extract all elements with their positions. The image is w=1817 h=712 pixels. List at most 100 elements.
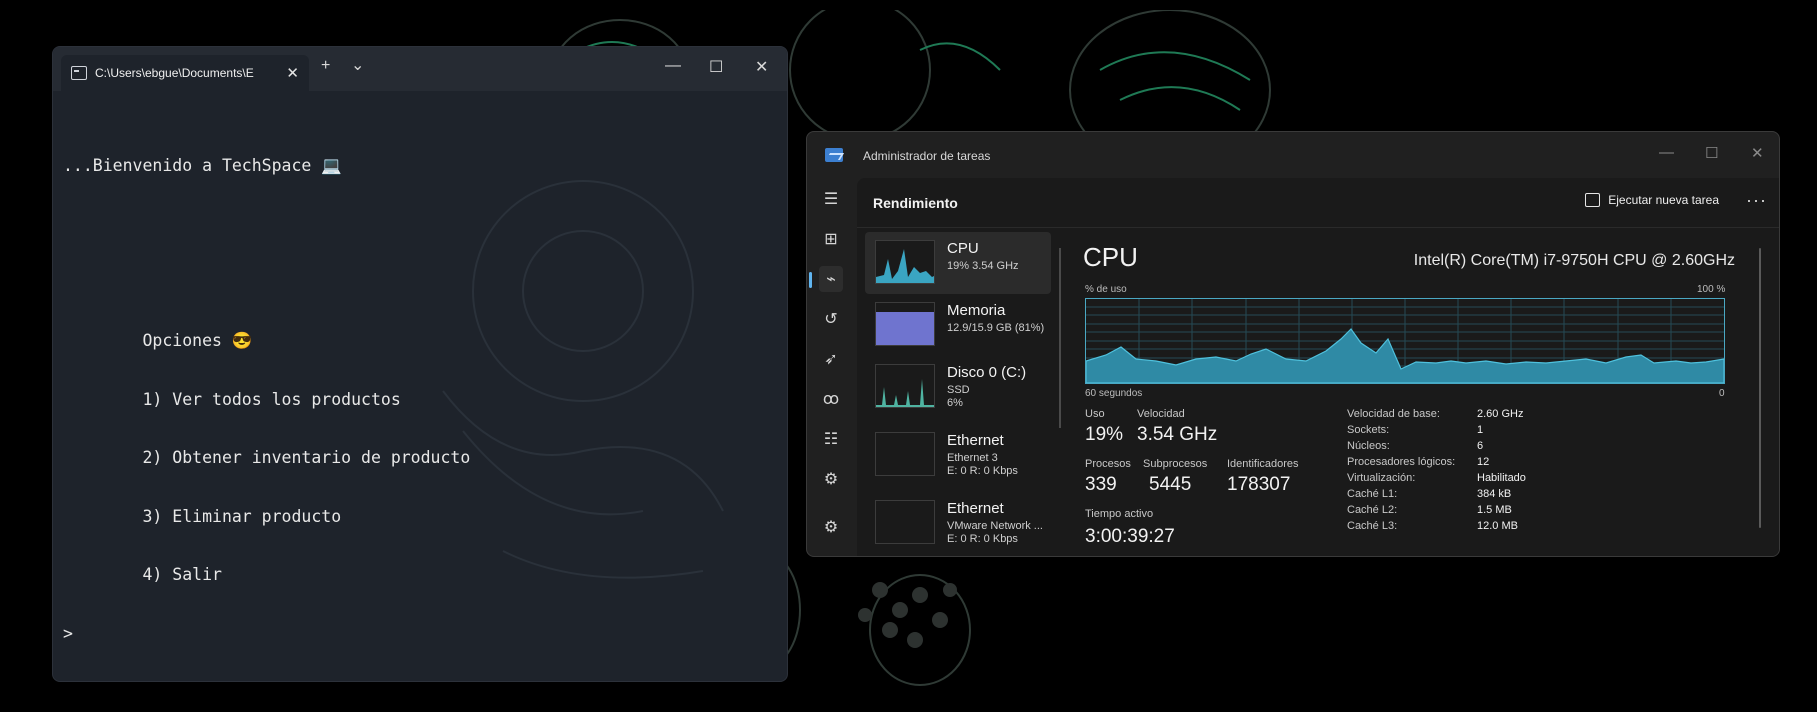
task-manager-app-icon (825, 148, 843, 162)
task-manager-title: Administrador de tareas (863, 149, 991, 163)
terminal-prompt[interactable]: > (63, 624, 777, 644)
task-manager-titlebar[interactable]: Administrador de tareas — ☐ ✕ (807, 132, 1779, 178)
memory-thumbnail-svg (876, 312, 934, 345)
terminal-background-art (442, 180, 724, 579)
ethernet-thumbnail-svg (876, 501, 935, 544)
uptime-label: Tiempo activo (1085, 508, 1154, 520)
terminal-window[interactable]: C:\Users\ebgue\Documents\E ✕ + ⌄ — ☐ ✕ .… (52, 46, 788, 682)
resource-detail: 6% (947, 397, 963, 409)
resource-detail: E: 0 R: 0 Kbps (947, 465, 1018, 477)
minimize-button[interactable]: — (1659, 144, 1674, 161)
terminal-titlebar[interactable]: C:\Users\ebgue\Documents\E ✕ + ⌄ — ☐ ✕ (53, 47, 787, 91)
ethernet-thumbnail-graph (875, 432, 935, 476)
info-value: Habilitado (1477, 472, 1526, 484)
info-label: Núcleos: (1347, 440, 1390, 452)
terminal-tab-title: C:\Users\ebgue\Documents\E (95, 66, 254, 80)
resource-item-ethernet-2[interactable]: Ethernet VMware Network ... E: 0 R: 0 Kb… (865, 492, 1051, 554)
run-new-task-button[interactable]: Ejecutar nueva tarea (1585, 193, 1719, 207)
terminal-line: ...Bienvenido a TechSpace 💻 (63, 155, 342, 175)
more-options-icon[interactable]: ··· (1746, 190, 1767, 211)
terminal-output[interactable]: ...Bienvenido a TechSpace 💻 ​ ​ Opciones… (53, 91, 787, 681)
startup-icon[interactable]: ➶ (819, 346, 843, 372)
threads-value: 5445 (1149, 474, 1192, 495)
terminal-tab[interactable]: C:\Users\ebgue\Documents\E ✕ (61, 55, 309, 91)
maximize-button[interactable]: ☐ (1705, 144, 1718, 162)
run-task-icon (1585, 193, 1601, 207)
tab-dropdown-button[interactable]: ⌄ (351, 55, 364, 75)
processes-label: Procesos (1085, 458, 1131, 470)
ethernet-thumbnail-graph (875, 500, 935, 544)
terminal-line: 1) Ver todos los productos (63, 389, 401, 409)
settings-icon[interactable]: ⚙ (819, 514, 843, 540)
info-value: 2.60 GHz (1477, 408, 1524, 420)
close-button[interactable]: ✕ (755, 57, 768, 77)
speed-value: 3.54 GHz (1137, 424, 1218, 445)
cpu-usage-svg (1085, 299, 1725, 384)
cpu-thumbnail-svg (876, 249, 934, 283)
speed-label: Velocidad (1137, 408, 1185, 420)
resource-item-ethernet-1[interactable]: Ethernet Ethernet 3 E: 0 R: 0 Kbps (865, 424, 1051, 486)
disk-thumbnail-area (876, 379, 934, 407)
cpu-detail-panel: CPU Intel(R) Core(TM) i7-9750H CPU @ 2.6… (1067, 232, 1767, 556)
terminal-line: ​ (63, 214, 777, 234)
history-icon[interactable]: ↺ (819, 306, 843, 332)
page-title: Rendimiento (873, 194, 958, 211)
performance-icon[interactable]: ⌁ (809, 266, 843, 292)
resource-detail: 19% 3.54 GHz (947, 260, 1019, 272)
resource-name: CPU (947, 240, 979, 257)
performance-page: Rendimiento Ejecutar nueva tarea ··· CPU… (857, 178, 1779, 556)
resource-list: CPU 19% 3.54 GHz Memoria 12.9/15.9 GB (8… (861, 232, 1051, 556)
info-value: 12.0 MB (1477, 520, 1518, 532)
detail-scrollbar[interactable] (1759, 248, 1761, 528)
info-label: Virtualización: (1347, 472, 1416, 484)
memory-thumbnail-fill (876, 312, 934, 345)
hamburger-icon[interactable]: ☰ (819, 186, 843, 212)
resource-detail: SSD (947, 384, 970, 396)
threads-label: Subprocesos (1143, 458, 1208, 470)
maximize-button[interactable]: ☐ (709, 57, 723, 77)
cpu-thumbnail-area (876, 249, 934, 283)
info-value: 6 (1477, 440, 1484, 452)
services-icon[interactable]: ⚙ (819, 466, 843, 492)
resource-item-cpu[interactable]: CPU 19% 3.54 GHz (865, 232, 1051, 294)
cpu-title: CPU (1083, 242, 1138, 272)
list-divider[interactable] (1059, 248, 1061, 428)
details-icon[interactable]: ☷ (819, 426, 843, 452)
cpu-thumbnail-graph (875, 240, 935, 284)
performance-header: Rendimiento Ejecutar nueva tarea ··· (857, 178, 1779, 228)
minimize-button[interactable]: — (665, 57, 681, 75)
info-label: Caché L2: (1347, 504, 1398, 516)
new-tab-button[interactable]: + (321, 57, 330, 75)
processes-value: 339 (1085, 474, 1117, 495)
close-tab-icon[interactable]: ✕ (286, 64, 299, 82)
resource-detail: VMware Network ... (947, 520, 1043, 532)
usage-label: Uso (1085, 408, 1105, 420)
info-label: Caché L1: (1347, 488, 1398, 500)
users-icon[interactable]: ꝏ (819, 386, 843, 412)
info-value: 1 (1477, 424, 1484, 436)
terminal-line: 3) Eliminar producto (63, 506, 342, 526)
close-button[interactable]: ✕ (1751, 144, 1764, 162)
info-value: 12 (1477, 456, 1490, 468)
usage-axis-label: % de uso (1085, 284, 1127, 295)
info-value: 1.5 MB (1477, 504, 1512, 516)
resource-item-memory[interactable]: Memoria 12.9/15.9 GB (81%) (865, 294, 1051, 356)
memory-thumbnail-graph (875, 302, 935, 346)
resource-name: Disco 0 (C:) (947, 364, 1027, 381)
resource-name: Ethernet (947, 500, 1004, 517)
task-manager-window[interactable]: Administrador de tareas — ☐ ✕ ☰ ⊞ ⌁ ↺ ➶ … (806, 131, 1780, 557)
handles-label: Identificadores (1227, 458, 1299, 470)
terminal-icon (71, 66, 87, 80)
info-label: Velocidad de base: (1347, 408, 1440, 420)
terminal-line: Opciones 😎 (63, 331, 253, 350)
resource-detail: 12.9/15.9 GB (81%) (947, 322, 1045, 334)
disk-thumbnail-svg (876, 379, 934, 407)
processes-icon[interactable]: ⊞ (819, 226, 843, 252)
resource-item-disk[interactable]: Disco 0 (C:) SSD 6% (865, 356, 1051, 418)
terminal-line: ​ (63, 273, 777, 293)
terminal-line: 4) Salir (63, 565, 222, 584)
resource-detail: E: 0 R: 0 Kbps (947, 533, 1018, 545)
time-axis-min: 0 (1719, 388, 1725, 399)
task-manager-sidebar: ☰ ⊞ ⌁ ↺ ➶ ꝏ ☷ ⚙ ⚙ (807, 178, 855, 556)
terminal-line: 2) Obtener inventario de producto (63, 448, 471, 467)
